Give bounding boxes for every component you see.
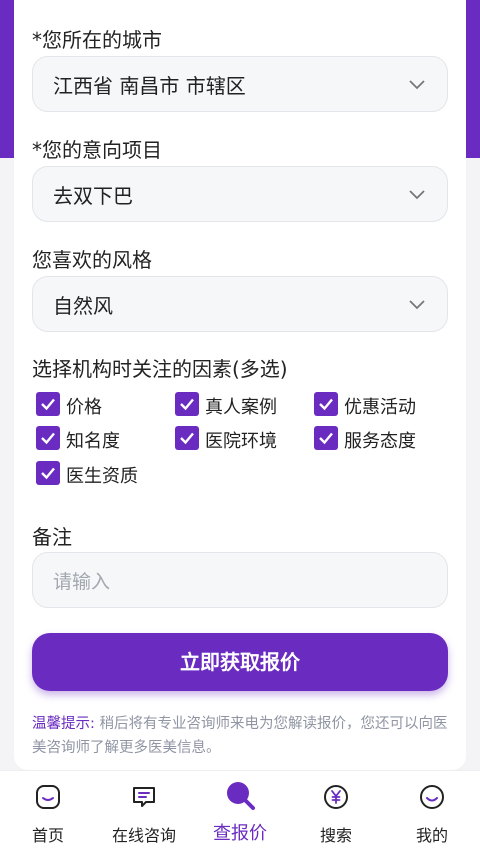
factor-label: 知名度	[66, 431, 120, 452]
style-value: 自然风	[53, 294, 113, 318]
factor-label: 服务态度	[344, 431, 416, 452]
home-icon	[36, 785, 60, 809]
tab-online-consult[interactable]: 在线咨询	[96, 771, 192, 853]
city-value: 江西省 南昌市 市辖区	[53, 74, 246, 98]
chevron-down-icon	[409, 300, 425, 310]
city-select[interactable]: 江西省 南昌市 市辖区	[32, 56, 448, 112]
tab-home[interactable]: 首页	[0, 771, 96, 853]
checkbox-checked-icon	[314, 392, 338, 416]
factor-label: 医院环境	[205, 431, 277, 452]
tip-key: 温馨提示:	[32, 716, 95, 732]
yen-icon	[324, 785, 348, 809]
tab-label: 我的	[415, 826, 448, 845]
remark-placeholder: 请输入	[53, 571, 111, 593]
factor-label: 医生资质	[66, 466, 138, 487]
tab-label: 首页	[31, 826, 64, 845]
remark-input[interactable]: 请输入	[32, 552, 448, 608]
profile-icon	[420, 785, 444, 809]
chevron-down-icon	[409, 190, 425, 200]
remark-label: 备注	[32, 525, 72, 549]
style-label: 您喜欢的风格	[32, 248, 152, 272]
checkbox-checked-icon	[36, 461, 60, 485]
bottom-tab-bar: 首页 在线咨询 查报价 搜索 我的	[0, 770, 480, 853]
factor-label: 价格	[66, 397, 102, 418]
tip-text: 温馨提示: 稍后将有专业咨询师来电为您解读报价，您还可以向医美咨询师了解更多医美…	[32, 712, 452, 760]
project-value: 去双下巴	[53, 184, 133, 208]
search-icon	[227, 782, 255, 810]
tab-profile[interactable]: 我的	[384, 771, 480, 853]
checkbox-checked-icon	[314, 426, 338, 450]
factor-label: 优惠活动	[344, 397, 416, 418]
get-quote-button[interactable]: 立即获取报价	[32, 633, 448, 691]
project-select[interactable]: 去双下巴	[32, 166, 448, 222]
checkbox-checked-icon	[36, 426, 60, 450]
project-label: *您的意向项目	[32, 138, 162, 162]
chevron-down-icon	[409, 80, 425, 90]
factors-label: 选择机构时关注的因素(多选)	[32, 357, 288, 381]
checkbox-checked-icon	[36, 392, 60, 416]
checkbox-checked-icon	[175, 392, 199, 416]
chat-icon	[133, 787, 155, 807]
city-label: *您所在的城市	[32, 28, 162, 52]
tip-body: 稍后将有专业咨询师来电为您解读报价，您还可以向医美咨询师了解更多医美信息。	[32, 716, 448, 756]
tab-label: 在线咨询	[111, 826, 176, 845]
tab-label: 查报价	[213, 823, 267, 844]
tab-search[interactable]: 搜索	[288, 771, 384, 853]
checkbox-checked-icon	[175, 426, 199, 450]
tab-label: 搜索	[319, 826, 352, 845]
factor-label: 真人案例	[205, 397, 277, 418]
tab-check-quote[interactable]: 查报价	[192, 771, 288, 853]
style-select[interactable]: 自然风	[32, 276, 448, 332]
